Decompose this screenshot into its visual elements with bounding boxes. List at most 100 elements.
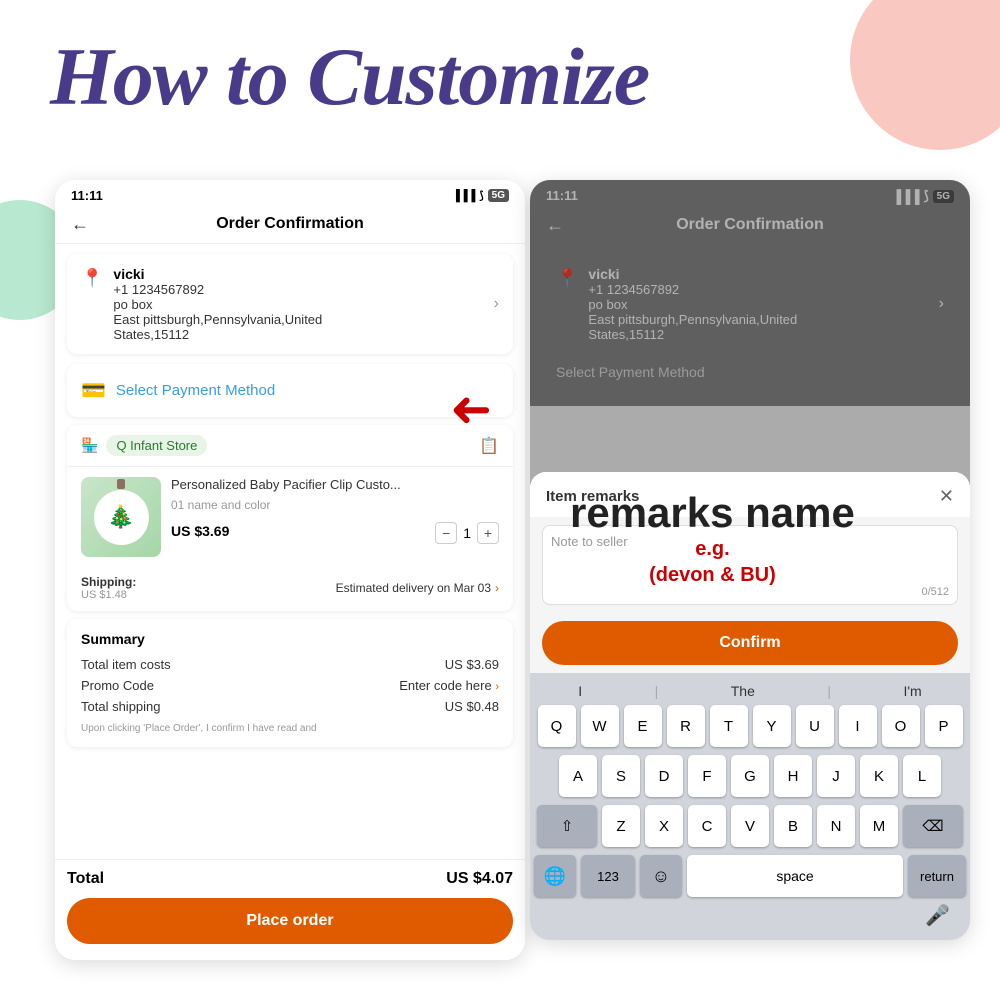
shipping-cost: US $1.48 <box>81 589 136 601</box>
store-name[interactable]: Q Infant Store <box>106 435 207 456</box>
back-button[interactable]: ← <box>71 214 89 235</box>
eg-value: (devon & BU) <box>649 564 776 586</box>
product-details: Personalized Baby Pacifier Clip Custo...… <box>171 477 499 544</box>
payment-card[interactable]: 💳 Select Payment Method <box>67 364 513 417</box>
promo-value: Enter code here <box>399 678 492 693</box>
key-q[interactable]: Q <box>538 705 576 747</box>
summary-section: Summary Total item costs US $3.69 Promo … <box>67 619 513 747</box>
key-space[interactable]: space <box>687 855 903 897</box>
key-m[interactable]: M <box>860 805 898 847</box>
total-row: Total US $4.07 <box>67 870 513 888</box>
modal-confirm-button[interactable]: Confirm <box>542 621 958 665</box>
item-costs-label: Total item costs <box>81 657 171 672</box>
store-section: 🏪 Q Infant Store 📋 🎄 Personalized Baby P… <box>67 425 513 611</box>
signal-icon: ▐▐▐ <box>452 190 475 202</box>
payment-label: Select Payment Method <box>116 382 275 399</box>
address-city: East pittsburgh,Pennsylvania,United <box>113 312 483 327</box>
total-label: Total <box>67 870 104 888</box>
qty-number: 1 <box>463 525 471 541</box>
summary-promo[interactable]: Promo Code Enter code here › <box>81 678 499 693</box>
summary-title: Summary <box>81 631 499 647</box>
key-p[interactable]: P <box>925 705 963 747</box>
key-f[interactable]: F <box>688 755 726 797</box>
key-e[interactable]: E <box>624 705 662 747</box>
key-123[interactable]: 123 <box>581 855 635 897</box>
remarks-overlay: remarks name e.g. (devon & BU) <box>570 490 855 588</box>
key-shift[interactable]: ⇧ <box>537 805 597 847</box>
item-costs-value: US $3.69 <box>445 657 499 672</box>
5g-badge: 5G <box>488 189 509 202</box>
main-title: How to Customize <box>50 30 649 124</box>
qty-control: − 1 + <box>435 522 499 544</box>
key-g[interactable]: G <box>731 755 769 797</box>
disclaimer-text: Upon clicking 'Place Order', I confirm I… <box>81 722 499 735</box>
separator-1: | <box>655 683 659 699</box>
keyboard-row-2: A S D F G H J K L <box>534 755 966 797</box>
suggestion-im[interactable]: I'm <box>903 683 921 699</box>
key-x[interactable]: X <box>645 805 683 847</box>
key-o[interactable]: O <box>882 705 920 747</box>
note-icon[interactable]: 📋 <box>479 436 499 456</box>
address-city2: States,15112 <box>113 327 483 342</box>
key-v[interactable]: V <box>731 805 769 847</box>
total-amount: US $4.07 <box>446 870 513 888</box>
key-globe[interactable]: 🌐 <box>534 855 576 897</box>
keyboard-suggestions: I | The | I'm <box>534 679 966 705</box>
keyboard-row-3: ⇧ Z X C V B N M ⌫ <box>534 805 966 847</box>
key-backspace[interactable]: ⌫ <box>903 805 963 847</box>
key-n[interactable]: N <box>817 805 855 847</box>
eg-label: e.g. <box>695 538 729 560</box>
bottom-bar: Total US $4.07 Place order <box>55 859 525 960</box>
key-t[interactable]: T <box>710 705 748 747</box>
key-c[interactable]: C <box>688 805 726 847</box>
key-s[interactable]: S <box>602 755 640 797</box>
separator-2: | <box>827 683 831 699</box>
remarks-name-text: remarks name <box>570 490 855 536</box>
key-d[interactable]: D <box>645 755 683 797</box>
status-bar: 11:11 ▐▐▐ ⟆ 5G <box>55 180 525 207</box>
product-title: Personalized Baby Pacifier Clip Custo... <box>171 477 499 494</box>
promo-label: Promo Code <box>81 678 154 693</box>
key-h[interactable]: H <box>774 755 812 797</box>
store-icon: 🏪 <box>81 437 98 454</box>
key-w[interactable]: W <box>581 705 619 747</box>
key-u[interactable]: U <box>796 705 834 747</box>
address-chevron-icon: › <box>494 295 499 313</box>
status-icons: ▐▐▐ ⟆ 5G <box>452 189 509 202</box>
suggestion-i[interactable]: I <box>578 683 582 699</box>
screen-title: Order Confirmation <box>216 215 364 233</box>
keyboard-row-4: 🌐 123 ☺ space return <box>534 855 966 897</box>
modal-char-count: 0/512 <box>921 586 949 598</box>
key-j[interactable]: J <box>817 755 855 797</box>
address-card[interactable]: 📍 vicki +1 1234567892 po box East pittsb… <box>67 254 513 354</box>
key-return[interactable]: return <box>908 855 966 897</box>
modal-close-button[interactable]: ✕ <box>939 486 954 507</box>
bg-circle-top-right <box>850 0 1000 150</box>
key-k[interactable]: K <box>860 755 898 797</box>
suggestion-the[interactable]: The <box>731 683 755 699</box>
address-name: vicki <box>113 266 483 282</box>
key-z[interactable]: Z <box>602 805 640 847</box>
promo-chevron-icon: › <box>495 681 499 693</box>
status-time: 11:11 <box>71 188 103 203</box>
qty-decrease-button[interactable]: − <box>435 522 457 544</box>
microphone-icon[interactable]: 🎤 <box>925 903 950 928</box>
address-info: vicki +1 1234567892 po box East pittsbur… <box>113 266 483 342</box>
summary-shipping: Total shipping US $0.48 <box>81 699 499 714</box>
key-emoji[interactable]: ☺ <box>640 855 682 897</box>
shipping-chevron-icon: › <box>495 581 499 595</box>
key-a[interactable]: A <box>559 755 597 797</box>
key-i[interactable]: I <box>839 705 877 747</box>
place-order-button[interactable]: Place order <box>67 898 513 944</box>
total-shipping-label: Total shipping <box>81 699 161 714</box>
qty-increase-button[interactable]: + <box>477 522 499 544</box>
location-icon: 📍 <box>81 268 103 289</box>
address-po: po box <box>113 297 483 312</box>
red-arrow-annotation: ➜ <box>450 380 492 438</box>
key-l[interactable]: L <box>903 755 941 797</box>
key-y[interactable]: Y <box>753 705 791 747</box>
phone-header: ← Order Confirmation <box>55 207 525 244</box>
ornament-circle: 🎄 <box>94 490 149 545</box>
key-r[interactable]: R <box>667 705 705 747</box>
key-b[interactable]: B <box>774 805 812 847</box>
